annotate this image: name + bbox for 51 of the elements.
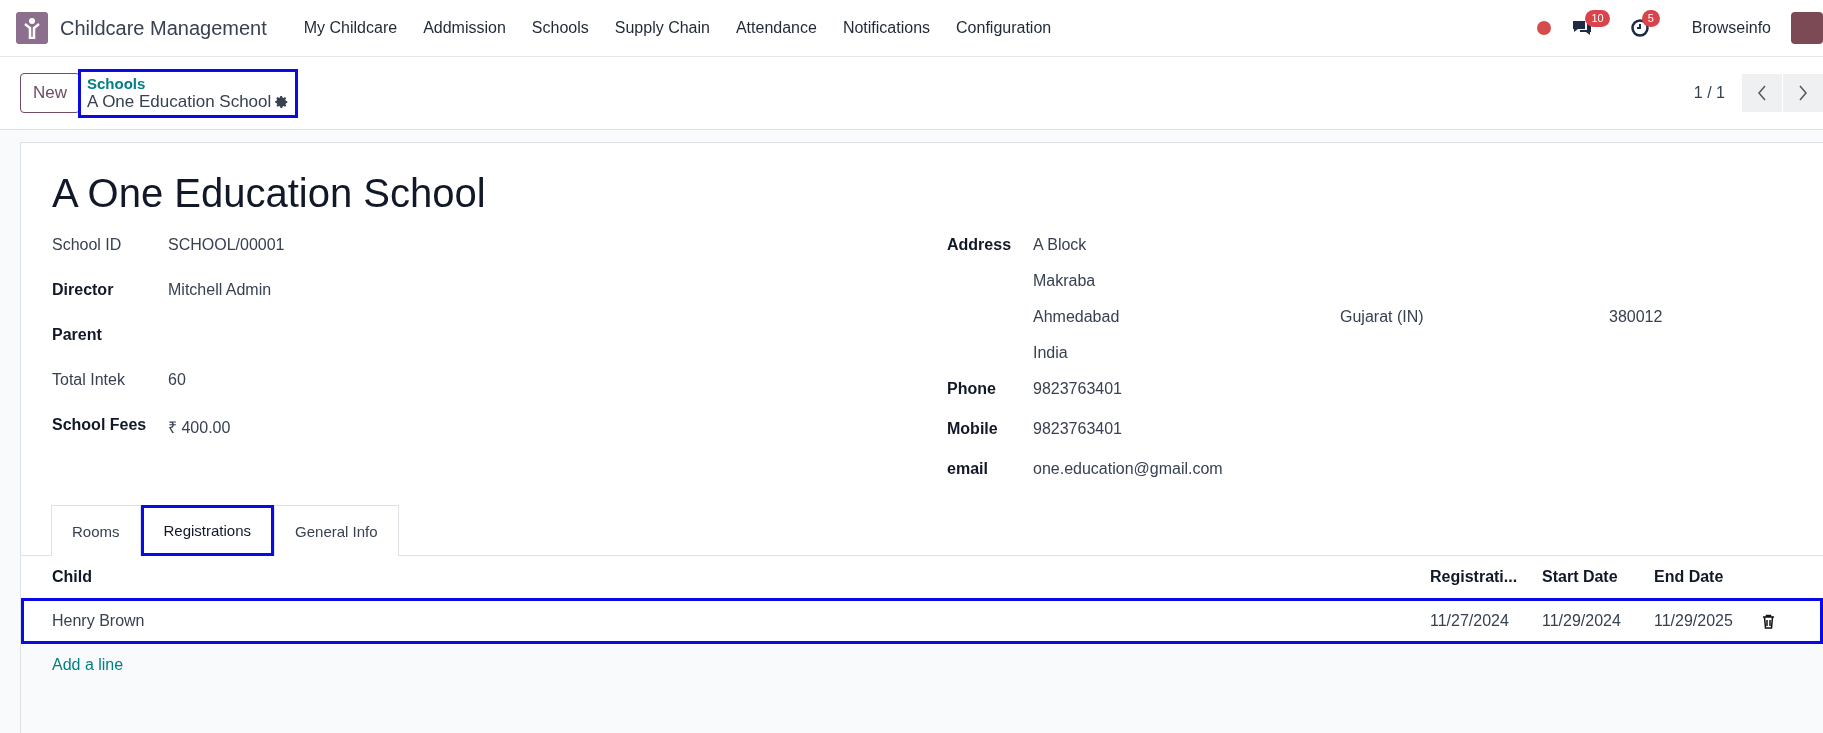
- breadcrumb-link[interactable]: Schools: [87, 74, 290, 92]
- menu-item[interactable]: Notifications: [829, 19, 944, 37]
- notification-badge: 5: [1641, 10, 1660, 27]
- record-title: A One Education School: [51, 170, 487, 217]
- field-value[interactable]: ₹ 400.00: [168, 410, 231, 438]
- column-header: Child: [52, 568, 93, 586]
- table-cell-text: 11/27/2024: [1430, 612, 1510, 630]
- app-name[interactable]: Childcare Management: [60, 16, 267, 40]
- field-value[interactable]: 9823763401: [1033, 414, 1122, 438]
- tab[interactable]: Registrations: [140, 505, 275, 556]
- field-value[interactable]: 9823763401: [1033, 374, 1122, 398]
- user-name[interactable]: Browseinfo: [1691, 19, 1771, 37]
- field-value[interactable]: one.education@gmail.com: [1033, 454, 1223, 478]
- menu-item[interactable]: Addmission: [410, 19, 519, 37]
- field-value[interactable]: Ahmedabad: [1033, 302, 1340, 338]
- field-label: Address: [947, 235, 1013, 254]
- menu-item[interactable]: Configuration: [943, 19, 1065, 37]
- column-header: End Date: [1654, 568, 1725, 586]
- field-value[interactable]: Makraba: [1033, 266, 1663, 302]
- field-label: Phone: [947, 379, 997, 398]
- add-line-link[interactable]: Add a line: [21, 644, 155, 686]
- column-header: Start Date: [1542, 568, 1619, 586]
- new-button[interactable]: New: [20, 73, 80, 113]
- field-value[interactable]: India: [1033, 338, 1663, 374]
- menu-item[interactable]: Attendance: [722, 19, 830, 37]
- table-row[interactable]: Henry Brown 11/27/2024 11/29/2024 11/29/2025: [21, 598, 1823, 644]
- field-value[interactable]: 380012: [1609, 302, 1663, 338]
- menu-item[interactable]: My Childcare: [290, 19, 411, 37]
- field-label: Total Intek: [52, 370, 126, 389]
- field-value[interactable]: SCHOOL/00001: [168, 230, 285, 254]
- table-cell-text: Henry Brown: [52, 612, 146, 630]
- field-label: Director: [52, 280, 115, 299]
- breadcrumb-current: A One Education School: [87, 91, 272, 112]
- field-label: School Fees: [52, 415, 148, 434]
- pager-counter: 1 / 1: [1693, 84, 1725, 102]
- field-label: email: [947, 459, 989, 478]
- field-value[interactable]: A Block: [1033, 230, 1663, 266]
- field-label: Mobile: [947, 419, 999, 438]
- menu-item[interactable]: Schools: [518, 19, 602, 37]
- column-header: Registrati...: [1430, 568, 1519, 586]
- field-value[interactable]: 60: [168, 365, 186, 389]
- field-value[interactable]: Mitchell Admin: [168, 275, 272, 299]
- field-value[interactable]: Gujarat (IN): [1340, 302, 1609, 338]
- tab[interactable]: General Info: [274, 505, 399, 556]
- field-label: School ID: [52, 235, 123, 254]
- notification-badge: 10: [1585, 10, 1610, 27]
- tab[interactable]: Rooms: [51, 505, 141, 556]
- field-label: Parent: [52, 325, 103, 344]
- menu-item[interactable]: Supply Chain: [601, 19, 723, 37]
- table-cell-text: 11/29/2025: [1654, 612, 1734, 630]
- table-cell-text: 11/29/2024: [1542, 612, 1622, 630]
